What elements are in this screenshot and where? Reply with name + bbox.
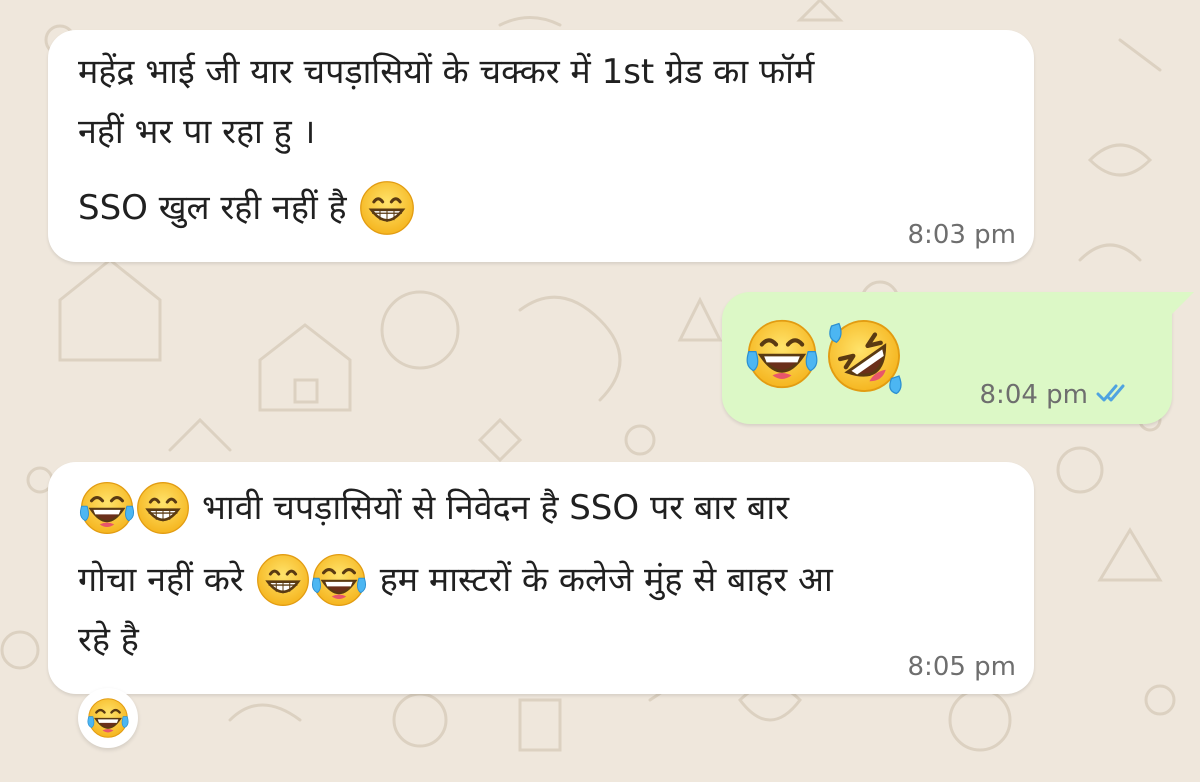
tears-of-joy-icon <box>744 316 820 392</box>
grinning-face-icon <box>359 180 415 236</box>
tears-of-joy-icon <box>310 551 368 609</box>
outgoing-bubble-tail <box>1172 292 1194 314</box>
message-text-line: भावी चपड़ासियों से निवेदन है SSO पर बार … <box>78 478 789 538</box>
message-emoji-row <box>744 316 904 396</box>
message-text-line: SSO खुल रही नहीं है <box>78 178 415 238</box>
grinning-face-icon <box>136 481 190 535</box>
message-text-line: गोचा नहीं करे हम मास्टरों के कलेजे मुंह … <box>78 550 833 610</box>
message-text-line: नहीं भर पा रहा हु । <box>78 112 316 152</box>
tears-of-joy-icon <box>78 479 136 537</box>
read-double-check-icon <box>1096 384 1125 402</box>
tears-of-joy-icon <box>86 696 130 740</box>
message-timestamp: 8:03 pm <box>907 220 1016 250</box>
grinning-face-icon <box>256 553 310 607</box>
message-text-line: रहे है <box>78 620 139 660</box>
message-bubble-incoming[interactable]: भावी चपड़ासियों से निवेदन है SSO पर बार … <box>48 462 1034 694</box>
message-timestamp: 8:05 pm <box>907 652 1016 682</box>
rolling-laughing-icon <box>824 316 904 396</box>
message-bubble-outgoing[interactable]: 8:04 pm <box>722 292 1172 424</box>
message-reaction[interactable] <box>78 688 138 748</box>
message-text-line: महेंद्र भाई जी यार चपड़ासियों के चक्कर म… <box>78 52 815 92</box>
message-timestamp: 8:04 pm <box>979 380 1088 410</box>
message-bubble-incoming[interactable]: महेंद्र भाई जी यार चपड़ासियों के चक्कर म… <box>48 30 1034 262</box>
